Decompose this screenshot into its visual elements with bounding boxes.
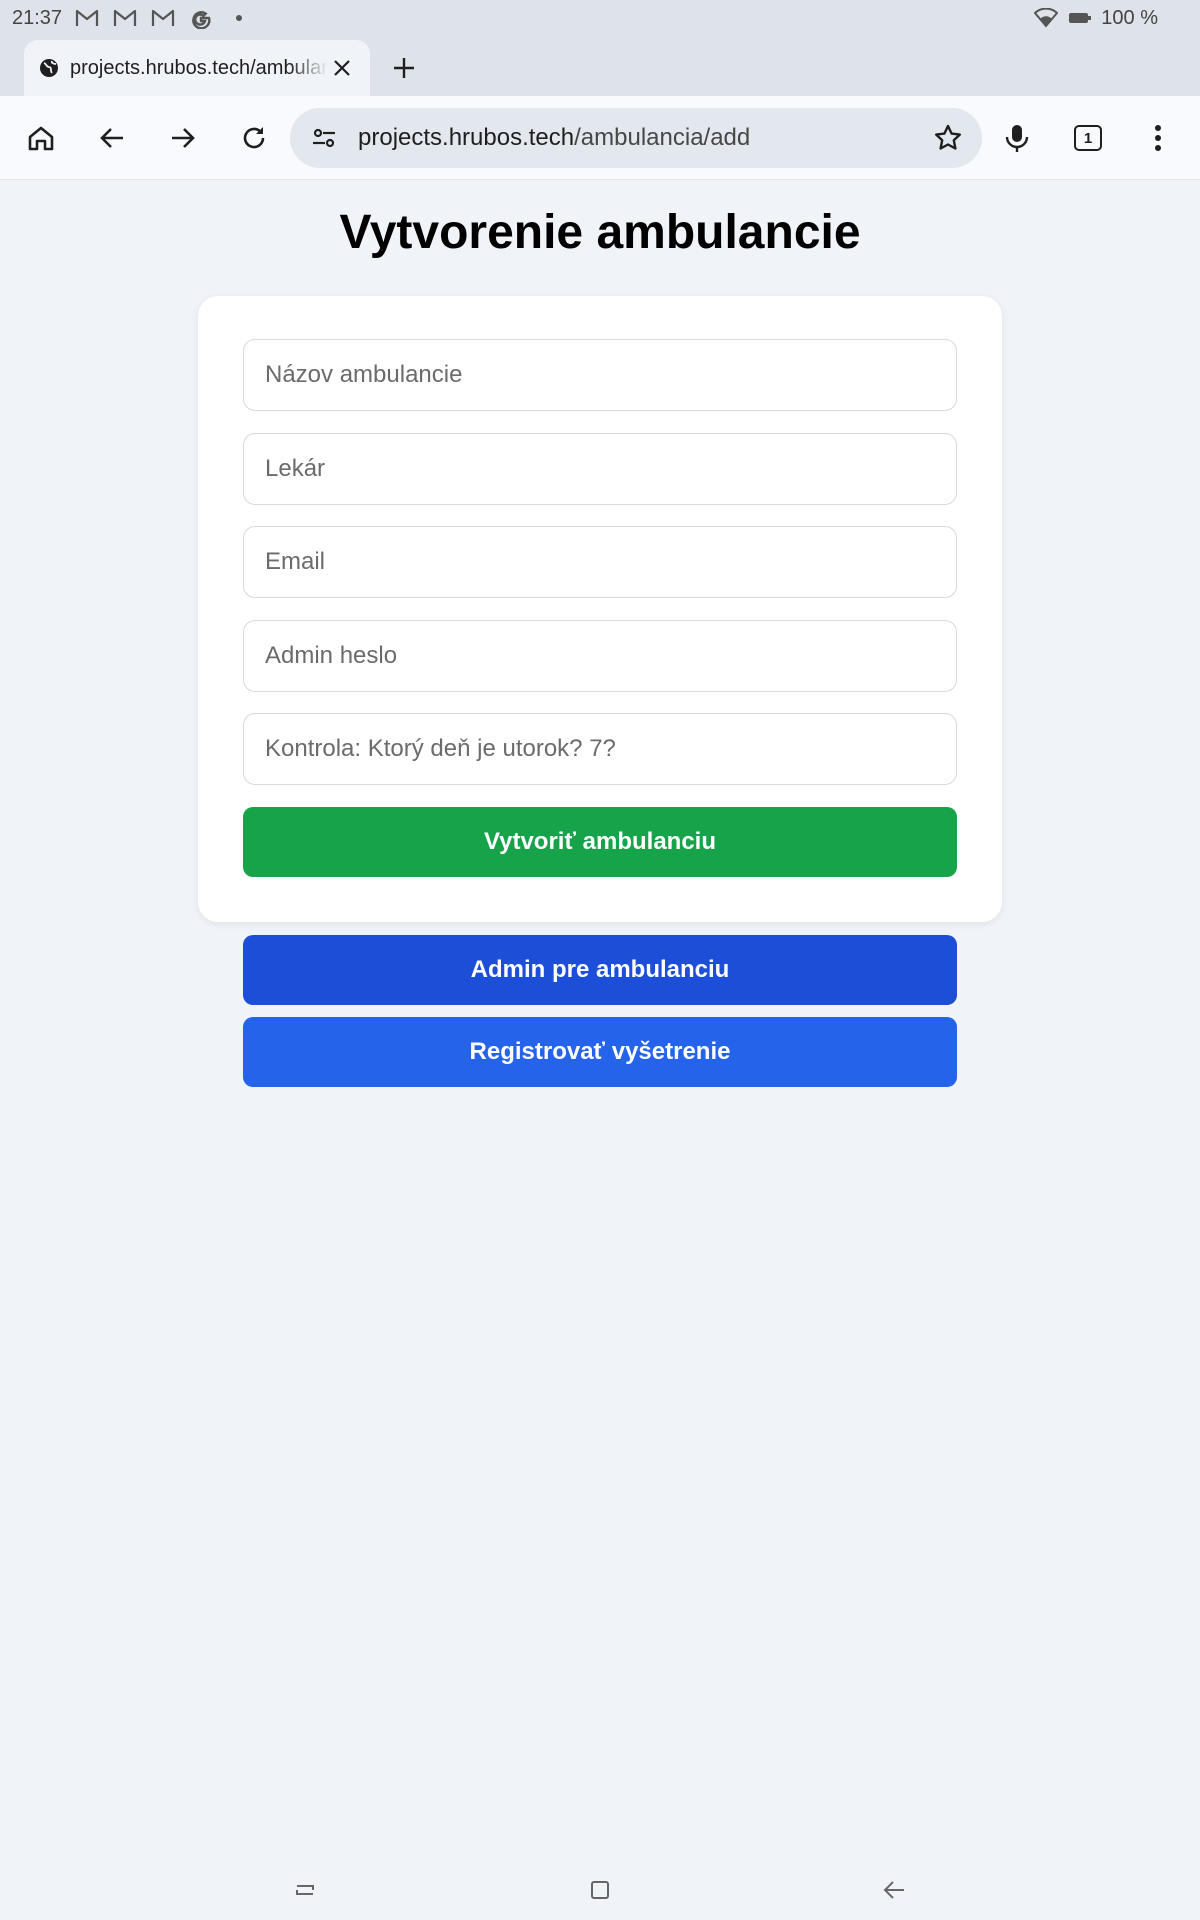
url-text: projects.hrubos.tech/ambulancia/add xyxy=(358,124,930,152)
tab-strip: projects.hrubos.tech/ambulancia/add xyxy=(0,36,1200,96)
globe-icon xyxy=(38,57,60,79)
tab-count: 1 xyxy=(1074,125,1102,151)
reload-icon xyxy=(243,127,265,149)
url-host: projects.hrubos.tech xyxy=(358,124,575,151)
microphone-icon xyxy=(1005,125,1029,152)
close-icon[interactable] xyxy=(328,54,356,82)
page-title: Vytvorenie ambulancie xyxy=(339,206,861,259)
admin-password-input[interactable]: Admin heslo xyxy=(243,620,957,692)
bookmark-star-icon[interactable] xyxy=(930,120,966,156)
address-bar[interactable]: projects.hrubos.tech/ambulancia/add xyxy=(290,108,982,168)
back-arrow-icon xyxy=(883,1881,904,1899)
recents-icon xyxy=(296,1885,314,1895)
site-settings-icon[interactable] xyxy=(308,122,340,154)
captcha-input[interactable]: Kontrola: Ktorý deň je utorok? 7? xyxy=(243,713,957,785)
menu-button[interactable] xyxy=(1134,114,1182,162)
new-tab-button[interactable] xyxy=(386,50,422,86)
arrow-right-icon xyxy=(172,128,195,148)
status-time: 21:37 xyxy=(12,6,63,29)
home-nav-button[interactable] xyxy=(582,1872,618,1908)
recents-button[interactable] xyxy=(287,1872,323,1908)
gmail-icon xyxy=(112,5,138,31)
voice-search-button[interactable] xyxy=(993,114,1041,162)
google-icon xyxy=(188,5,214,31)
status-bar: 21:37 100 % xyxy=(0,0,1200,36)
system-nav-bar xyxy=(0,1860,1200,1920)
email-input[interactable]: Email xyxy=(243,526,957,598)
home-button[interactable] xyxy=(17,114,65,162)
reload-button[interactable] xyxy=(230,114,278,162)
arrow-left-icon xyxy=(100,128,123,148)
back-nav-button[interactable] xyxy=(876,1872,912,1908)
browser-tab[interactable]: projects.hrubos.tech/ambulancia/add xyxy=(24,40,370,96)
forward-button[interactable] xyxy=(159,114,207,162)
tab-switcher-button[interactable]: 1 xyxy=(1064,114,1112,162)
gmail-icon xyxy=(150,5,176,31)
browser-toolbar: projects.hrubos.tech/ambulancia/add 1 xyxy=(0,96,1200,180)
back-button[interactable] xyxy=(88,114,136,162)
create-form-card: Názov ambulancie Lekár Email Admin heslo… xyxy=(198,296,1002,922)
wifi-icon xyxy=(1033,5,1059,31)
battery-icon xyxy=(1067,5,1093,31)
admin-ambulance-button[interactable]: Admin pre ambulanciu xyxy=(243,935,957,1005)
gmail-icon xyxy=(74,5,100,31)
more-vert-icon xyxy=(1155,125,1161,151)
url-path: /ambulancia/add xyxy=(574,124,751,151)
name-input[interactable]: Názov ambulancie xyxy=(243,339,957,411)
register-examination-button[interactable]: Registrovať vyšetrenie xyxy=(243,1017,957,1087)
create-ambulance-button[interactable]: Vytvoriť ambulanciu xyxy=(243,807,957,877)
battery-level: 100 % xyxy=(1101,6,1158,29)
home-icon xyxy=(28,126,54,151)
dot-icon xyxy=(226,5,252,31)
tab-title: projects.hrubos.tech/ambulancia/add xyxy=(70,56,328,79)
plus-icon xyxy=(394,58,414,78)
doctor-input[interactable]: Lekár xyxy=(243,433,957,505)
home-square-icon xyxy=(591,1881,609,1899)
